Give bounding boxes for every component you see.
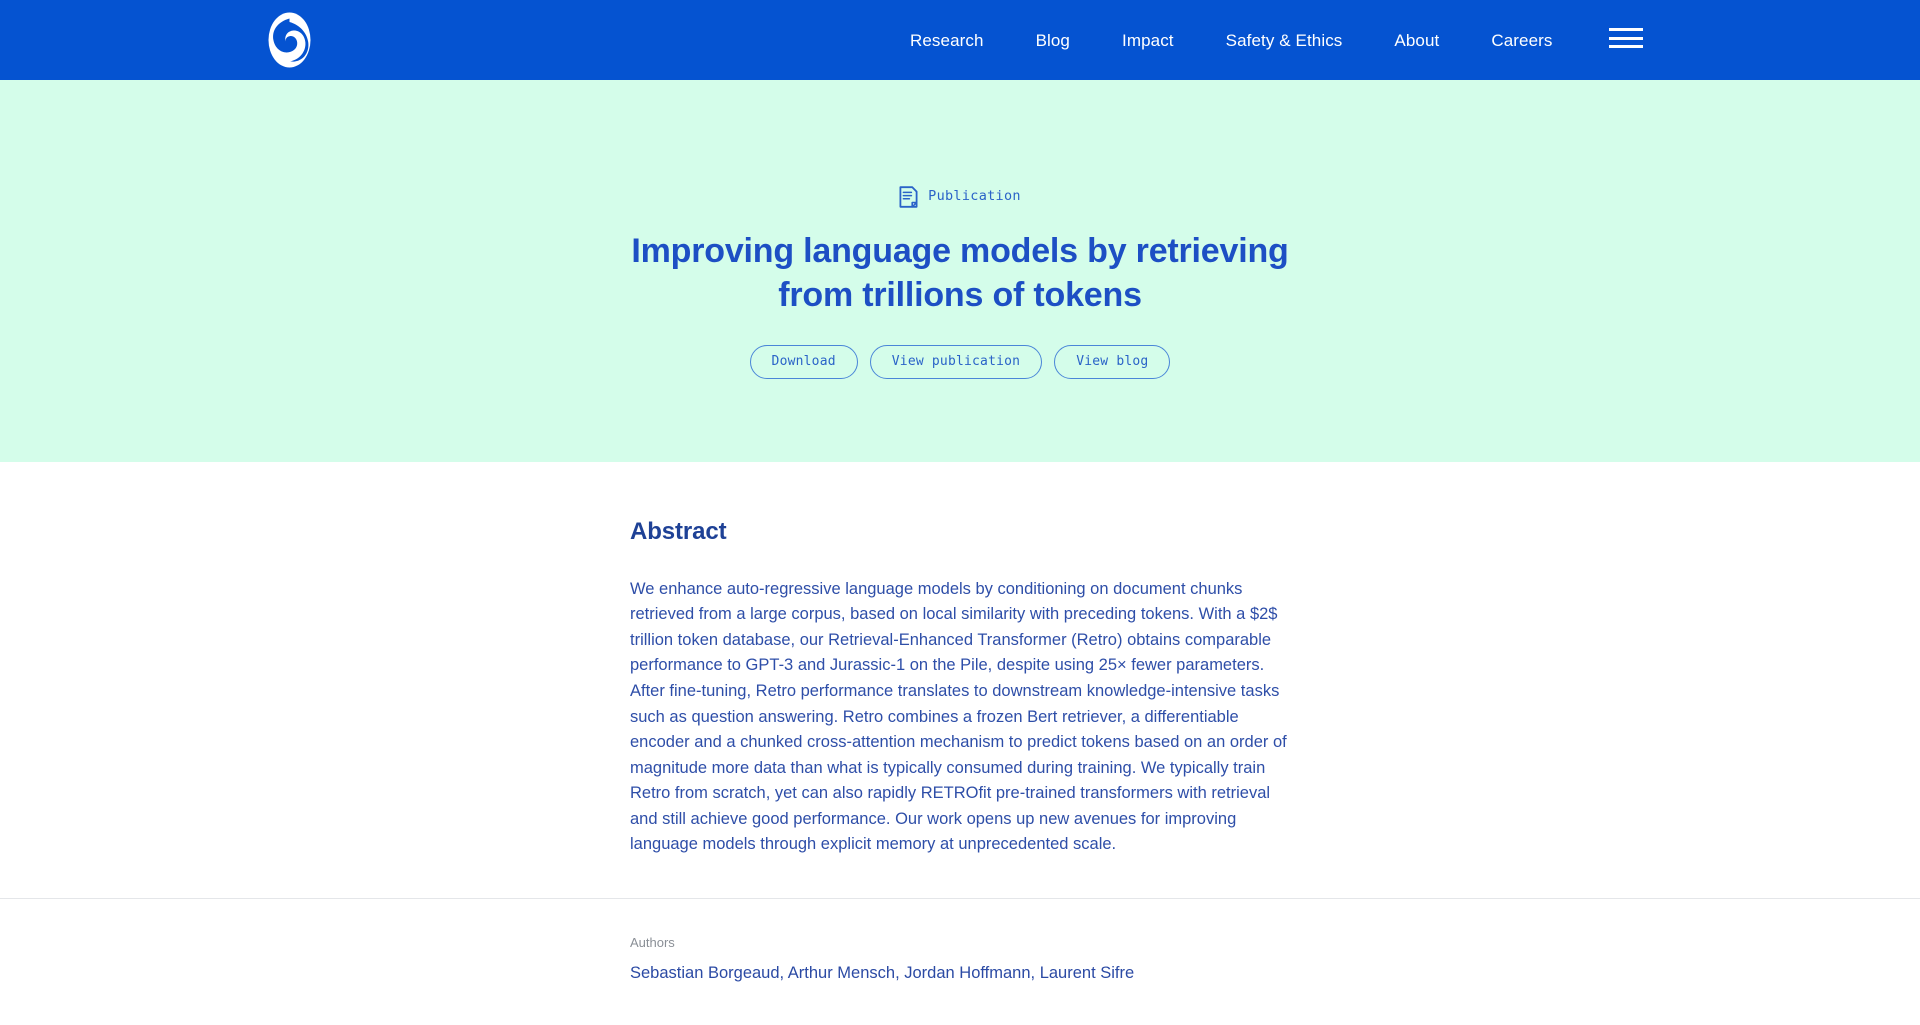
download-button[interactable]: Download: [749, 345, 858, 380]
nav-link-research[interactable]: Research: [884, 32, 1010, 49]
view-blog-button[interactable]: View blog: [1054, 345, 1171, 380]
content-type-label: Publication: [928, 188, 1021, 205]
section-divider: [0, 897, 1920, 899]
spiral-logo-icon[interactable]: [264, 12, 315, 68]
main-content: Abstract We enhance auto-regressive lang…: [0, 462, 1920, 1025]
abstract-heading: Abstract: [630, 518, 727, 545]
nav-link-about[interactable]: About: [1368, 32, 1465, 49]
hero-action-buttons: Download View publication View blog: [749, 345, 1171, 380]
top-navigation-bar: Research Blog Impact Safety & Ethics Abo…: [0, 0, 1920, 80]
hero-section: Publication Improving language models by…: [0, 80, 1920, 462]
authors-names: Sebastian Borgeaud, Arthur Mensch, Jorda…: [630, 963, 1135, 982]
authors-label: Authors: [630, 934, 675, 950]
hamburger-menu-icon[interactable]: [1609, 26, 1643, 50]
nav-links-group: Research Blog Impact Safety & Ethics Abo…: [884, 0, 1579, 80]
nav-link-careers[interactable]: Careers: [1465, 32, 1578, 49]
nav-link-blog[interactable]: Blog: [1010, 32, 1096, 49]
content-type-badge: Publication: [899, 186, 1021, 208]
hamburger-line-1: [1609, 28, 1643, 31]
page-title: Improving language models by retrieving …: [631, 232, 1289, 314]
hamburger-line-2: [1609, 36, 1643, 40]
abstract-text: We enhance auto-regressive language mode…: [630, 579, 1287, 854]
nav-link-impact[interactable]: Impact: [1096, 32, 1200, 49]
content-column: Abstract We enhance auto-regressive lang…: [0, 462, 1920, 1025]
nav-link-safety-ethics[interactable]: Safety & Ethics: [1200, 32, 1369, 49]
authors-section: Authors Sebastian Borgeaud, Arthur Mensc…: [630, 907, 1290, 1025]
hamburger-line-3: [1609, 45, 1643, 48]
document-icon: [899, 186, 918, 208]
view-publication-button[interactable]: View publication: [869, 345, 1043, 380]
